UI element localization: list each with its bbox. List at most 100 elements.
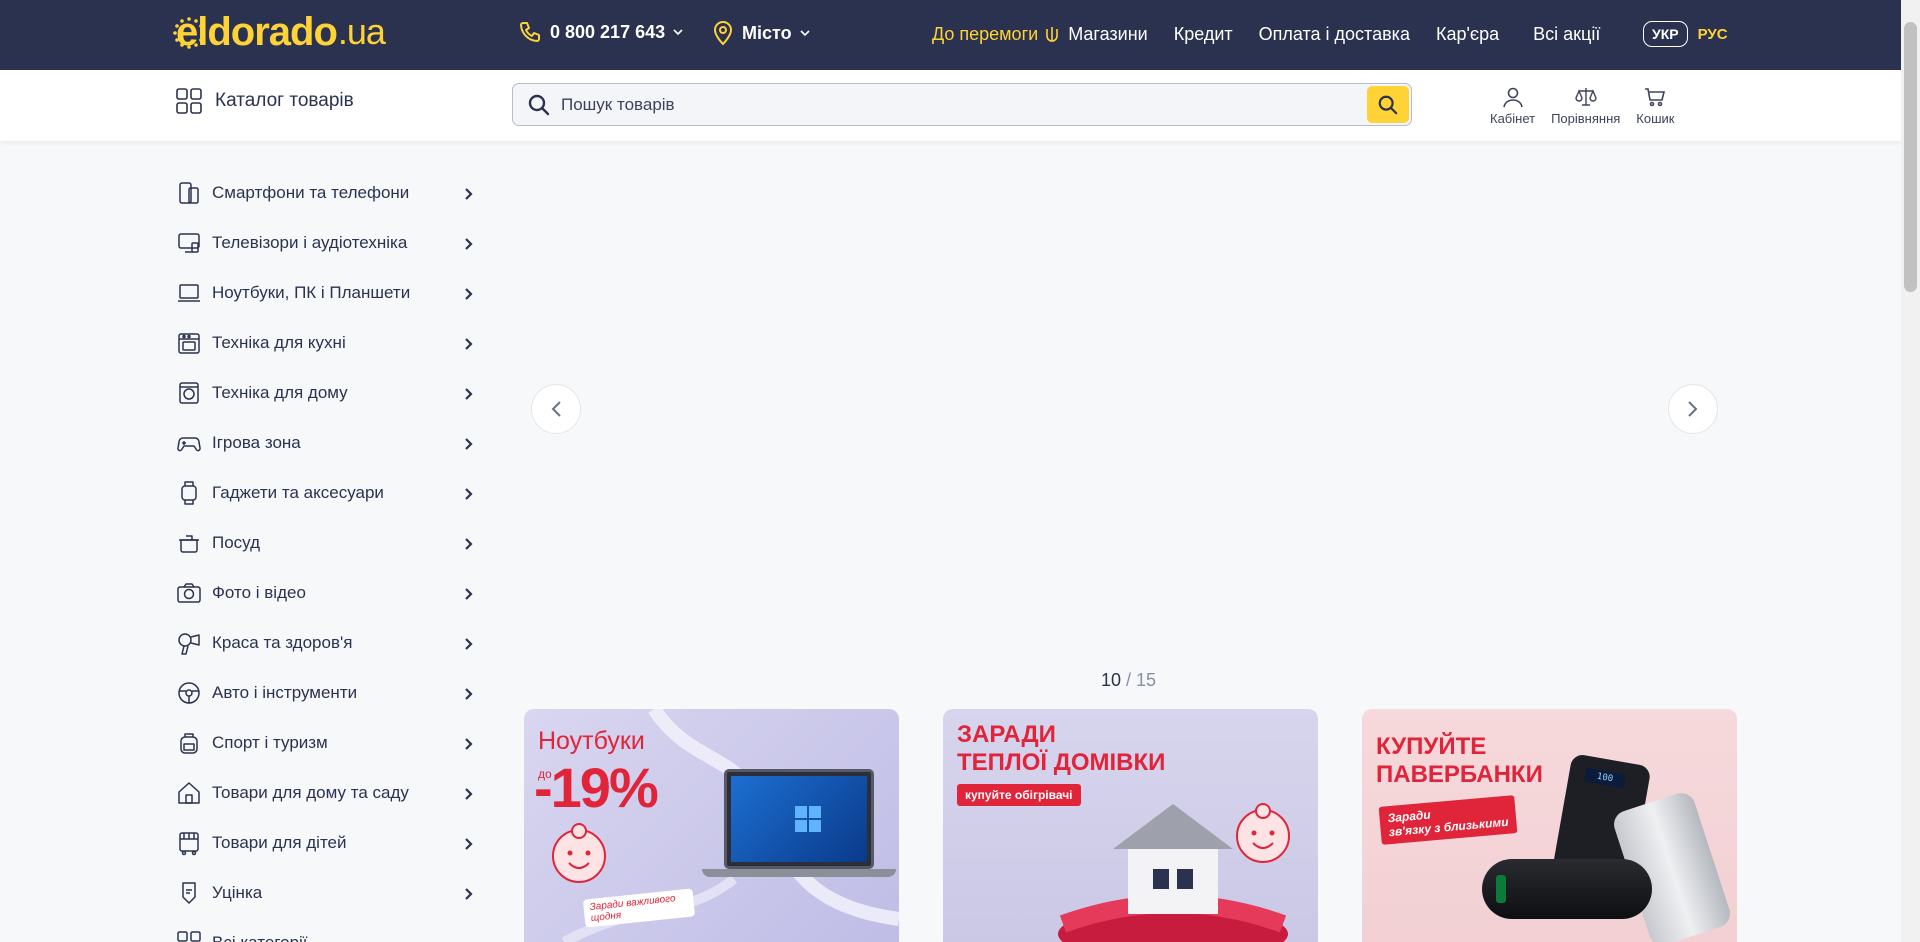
category-label: Ноутбуки, ПК і Планшети — [212, 283, 411, 302]
promo-card-heaters[interactable]: ЗАРАДИ ТЕПЛОЇ ДОМІВКИ купуйте обігрівачі — [943, 709, 1318, 942]
nav-victory-link[interactable]: До перемоги — [932, 24, 1060, 45]
nav-payment-link[interactable]: Оплата і доставка — [1259, 24, 1410, 45]
watch-icon — [181, 481, 197, 505]
city-dropdown[interactable]: Місто — [712, 20, 810, 46]
sidebar-category-item[interactable]: Краса та здоров'я — [176, 618, 476, 668]
sidebar-category-item[interactable]: Техніка для дому — [176, 368, 476, 418]
washer-icon — [179, 382, 199, 404]
gamepad-icon — [177, 437, 201, 452]
lang-ukr-button[interactable]: УКР — [1643, 21, 1688, 47]
chevron-right-icon — [465, 438, 473, 450]
grid-icon — [176, 88, 202, 114]
sidebar-category-item[interactable]: Уцінка — [176, 868, 476, 918]
catalog-label: Каталог товарів — [215, 90, 354, 111]
chevron-right-icon — [465, 788, 473, 800]
chevron-right-icon — [465, 838, 473, 850]
sidebar-category-item[interactable]: Гаджети та аксесуари — [176, 468, 476, 518]
chevron-right-icon — [465, 338, 473, 350]
search-icon — [1378, 95, 1398, 114]
phone-icon — [520, 22, 540, 42]
slider-next-button[interactable] — [1668, 384, 1718, 434]
city-label: Місто — [742, 22, 792, 43]
chevron-right-icon — [465, 188, 473, 200]
chevron-right-icon — [465, 888, 473, 900]
camera-icon — [177, 583, 201, 603]
sidebar-category-item[interactable]: Посуд — [176, 518, 476, 568]
slide-current: 10 — [1101, 670, 1122, 690]
nav-credit-link[interactable]: Кредит — [1174, 24, 1233, 45]
steering-wheel-icon — [178, 682, 200, 704]
top-bar: eldorado .ua 0 800 217 643 Місто До перем… — [0, 0, 1901, 70]
chevron-right-icon — [465, 738, 473, 750]
cart-button[interactable]: Кошик — [1636, 85, 1674, 126]
hero-slider — [524, 141, 1724, 661]
tag-icon — [182, 882, 196, 904]
chevron-right-icon — [465, 488, 473, 500]
sidebar-category-item[interactable]: Фото і відео — [176, 568, 476, 618]
chevron-right-icon — [1688, 401, 1698, 417]
sidebar-category-item[interactable]: Всі категорії — [176, 918, 476, 942]
slide-counter: 10 / 15 — [1101, 670, 1156, 691]
lang-rus-button[interactable]: РУС — [1698, 26, 1728, 43]
category-label: Авто і інструменти — [212, 683, 358, 702]
sidebar-category-item[interactable]: Ноутбуки, ПК і Планшети — [176, 268, 476, 318]
promo-laptops-discount: -19% — [534, 756, 659, 819]
nav-promos-link[interactable]: Всі акції — [1533, 24, 1600, 45]
stroller-icon — [179, 832, 199, 856]
promo-powerbanks-badge: Заради зв'язку з близькими — [1378, 795, 1518, 845]
sidebar-category-item[interactable]: Товари для дітей — [176, 818, 476, 868]
sidebar-category-item[interactable]: Техніка для кухні — [176, 318, 476, 368]
search-submit-button[interactable] — [1367, 86, 1409, 123]
chevron-down-icon — [800, 30, 810, 37]
location-pin-icon — [713, 20, 733, 46]
category-label: Товари для дому та саду — [212, 783, 409, 802]
header-actions: Кабінет Порівняння Кошик — [1490, 85, 1674, 126]
category-label: Товари для дітей — [212, 833, 347, 852]
sidebar-category-item[interactable]: Телевізори і аудіотехніка — [176, 218, 476, 268]
sidebar-category-item[interactable]: Авто і інструменти — [176, 668, 476, 718]
chevron-right-icon — [465, 238, 473, 250]
slide-total: / 15 — [1126, 670, 1157, 690]
promo-powerbanks-title-1: КУПУЙТЕ — [1376, 733, 1487, 760]
promo-card-powerbanks[interactable]: КУПУЙТЕ ПАВЕРБАНКИ Заради зв'язку з близ… — [1362, 709, 1737, 942]
mascot-face-image — [552, 823, 606, 883]
search-box — [512, 83, 1412, 126]
cabinet-label: Кабінет — [1490, 111, 1536, 126]
category-label: Спорт і туризм — [212, 733, 328, 752]
laptop-icon — [178, 284, 200, 302]
logo[interactable]: eldorado .ua — [173, 10, 386, 54]
cabinet-button[interactable]: Кабінет — [1490, 85, 1535, 126]
compare-button[interactable]: Порівняння — [1551, 85, 1620, 126]
page-scrollbar[interactable] — [1901, 0, 1920, 942]
top-nav: До перемоги Магазини Кредит Оплата і дос… — [932, 24, 1626, 45]
nav-stores-link[interactable]: Магазини — [1068, 24, 1148, 45]
phone-number: 0 800 217 643 — [550, 21, 666, 42]
sidebar-category-item[interactable]: Смартфони та телефони — [176, 168, 476, 218]
sidebar-category-item[interactable]: Ігрова зона — [176, 418, 476, 468]
chevron-right-icon — [465, 638, 473, 650]
promo-laptops-title: Ноутбуки — [538, 727, 645, 755]
hairdryer-icon — [178, 633, 200, 655]
catalog-button[interactable]: Каталог товарів — [176, 88, 354, 114]
search-icon — [528, 94, 550, 115]
user-icon — [1502, 87, 1523, 108]
category-label: Ігрова зона — [212, 433, 301, 452]
scrollbar-thumb[interactable] — [1904, 22, 1917, 292]
language-switcher: УКР РУС — [1643, 21, 1728, 47]
promo-card-laptops[interactable]: Ноутбуки до -19% Заради важливого щодня — [524, 709, 899, 942]
slider-prev-button[interactable] — [531, 384, 581, 434]
nav-career-link[interactable]: Кар'єра — [1436, 24, 1499, 45]
search-input[interactable] — [561, 94, 1367, 115]
chevron-down-icon — [673, 29, 683, 36]
mascot-face-image — [1236, 803, 1290, 863]
laptop-base — [702, 869, 896, 877]
category-sidebar: Смартфони та телефони Телевізори і аудіот… — [176, 168, 476, 942]
phone-icon — [179, 182, 199, 204]
cart-icon — [1645, 88, 1666, 107]
sidebar-category-item[interactable]: Товари для дому та саду — [176, 768, 476, 818]
category-label: Техніка для кухні — [212, 333, 346, 352]
chevron-right-icon — [465, 288, 473, 300]
phone-dropdown[interactable]: 0 800 217 643 — [518, 20, 683, 44]
category-label: Телевізори і аудіотехніка — [212, 233, 408, 252]
sidebar-category-item[interactable]: Спорт і туризм — [176, 718, 476, 768]
